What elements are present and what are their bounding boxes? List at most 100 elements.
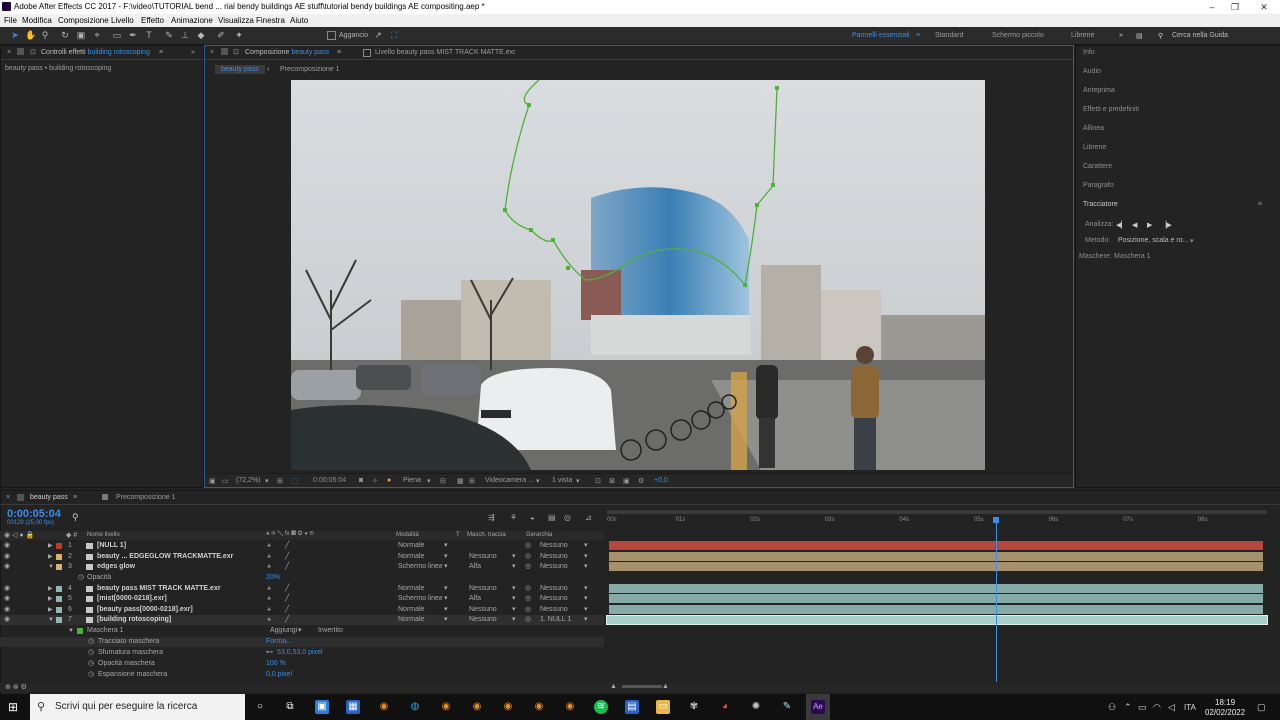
toggle-switches-icons[interactable]: ⊕ ⊗ ⚙ [5,683,27,691]
expand-arrow-icon[interactable]: ▶ [48,594,53,604]
teams-icon[interactable]: ▤ [625,700,639,714]
shy-switch-icon[interactable]: ⚹ [267,552,271,562]
workspace-essentials[interactable]: Pannelli essenziali [852,32,910,39]
analyze-back-one-icon[interactable]: ◀▏ [1116,221,1127,229]
snapshot-camera-icon[interactable]: ◙ [359,477,363,484]
visibility-eye-icon[interactable]: ◉ [4,594,10,604]
layer-name[interactable]: beauty ... EDGEGLOW TRACKMATTE.exr [97,552,233,562]
chrome-icon[interactable]: ◕ [718,700,732,714]
menu-livello[interactable]: Livello [111,14,134,27]
expand-panel-icon[interactable]: » [191,49,195,56]
layer-mode-dropdown[interactable]: Normale [398,552,442,562]
expand-arrow-icon[interactable]: ▶ [48,541,53,551]
paragraph-panel[interactable]: Paragrafo [1083,182,1114,189]
show-snapshot-icon[interactable]: ✧ [372,477,378,485]
layer-name[interactable]: [beauty pass[0000-0218].exr] [97,605,193,615]
link-icon[interactable]: ⊷ [266,648,273,658]
blender-icon[interactable]: ◉ [377,700,391,714]
layer-duration-bar[interactable] [606,615,1268,625]
settings-app-icon[interactable]: ✺ [749,700,763,714]
blender-icon-4[interactable]: ◉ [501,700,515,714]
workspace-small-screen[interactable]: Schermo piccolo [992,32,1044,39]
task-view-icon[interactable]: ⧉ [283,700,297,714]
menu-finestra[interactable]: Finestra [256,14,285,27]
windows-start-icon[interactable]: ⊞ [6,700,20,714]
layer-row[interactable]: ◉▼3edges glow⚹╱Schermo lineare▾Alfa▾◎Nes… [0,562,604,572]
visibility-eye-icon[interactable]: ◉ [4,541,10,551]
time-ruler[interactable]: 00s 01s 02s 03s 04s 05s 06s 07s 08s [607,517,1267,527]
rectangle-tool-icon[interactable]: ▭ [112,30,122,40]
close-tab-icon[interactable]: × [6,494,10,501]
workspace-libraries[interactable]: Librerie [1071,32,1094,39]
zoom-out-icon[interactable]: ▲ [610,683,617,690]
visibility-eye-icon[interactable]: ◉ [4,552,10,562]
label-color-swatch[interactable] [56,554,62,560]
draft-3d-icon[interactable]: ⚘ [510,513,517,522]
shy-switch-icon[interactable]: ⚹ [267,594,271,604]
stopwatch-icon[interactable]: ◷ [88,637,94,647]
shy-switch-icon[interactable]: ⚹ [267,562,271,572]
app-icon[interactable]: ✾ [687,700,701,714]
parent-dropdown[interactable]: Nessuno [540,552,568,562]
layer-row[interactable]: ◉ ▶ 4 beauty pass MIST TRACK MATTE.exr ⚹ ╱ Nor… [0,584,604,594]
close-tab-icon[interactable]: × [7,49,11,56]
monitor-icon[interactable]: ▭ [222,477,229,485]
clock-time[interactable]: 18:19 [1215,698,1235,707]
menu-composizione[interactable]: Composizione [58,14,109,27]
menu-modifica[interactable]: Modifica [22,14,52,27]
mask-inverted-label[interactable]: Invertito [318,626,343,636]
expand-arrow-icon[interactable]: ▶ [48,605,53,615]
menu-animazione[interactable]: Animazione [171,14,213,27]
pick-whip-icon[interactable]: ◎ [525,605,531,615]
work-area-bar[interactable] [607,510,1267,514]
mask-expansion-value[interactable]: 0,0 pixel [266,670,292,680]
shy-switch-icon[interactable]: ⚹ [267,605,271,615]
layer-panel-tab[interactable]: Livello beauty pass MIST TRACK MATTE.exr [375,49,515,56]
expand-arrow-icon[interactable]: ▶ [48,584,53,594]
zoom-tool-icon[interactable]: ⚲ [40,30,50,40]
taskbar-search-box[interactable]: ⚲ Scrivi qui per eseguire la ricerca [30,694,245,720]
layer-row[interactable]: ◉ ▶ 6 [beauty pass[0000-0218].exr] ⚹ ╱ Normale… [0,605,604,615]
tracker-panel-title[interactable]: Tracciatore [1083,201,1118,208]
parent-dropdown[interactable]: Nessuno [540,605,568,615]
snap-grid-icon[interactable]: ⛶ [389,30,399,40]
layer-name[interactable]: edges glow [97,562,135,572]
workspace-standard[interactable]: Standard [935,32,963,39]
minimize-icon[interactable]: – [1200,0,1224,14]
info-panel[interactable]: Info [1083,49,1095,56]
layer-mode-dropdown[interactable]: Normale [398,584,442,594]
stopwatch-icon[interactable]: ◷ [88,670,94,680]
network-icon[interactable]: ▭ [1138,702,1147,713]
pick-whip-icon[interactable]: ◎ [525,584,531,594]
panel-menu-icon[interactable]: ≡ [1258,201,1262,208]
col-track-matte[interactable]: Masch. traccia [467,532,506,538]
puppet-pin-tool-icon[interactable]: ✦ [234,30,244,40]
label-color-swatch[interactable] [56,607,62,613]
stopwatch-icon[interactable]: ◷ [88,659,94,669]
method-dropdown[interactable]: Posizione, scala e ro... [1118,237,1188,244]
volume-icon[interactable]: ◁ [1168,702,1175,713]
libraries-panel[interactable]: Librerie [1083,144,1106,151]
parent-dropdown[interactable]: Nessuno [540,584,568,594]
track-matte-dropdown[interactable]: Nessuno [469,615,497,625]
layer-duration-bar[interactable] [609,605,1263,614]
after-effects-taskbar-icon[interactable]: Ae [811,700,825,714]
blender-icon-3[interactable]: ◉ [470,700,484,714]
3d-renderer-icon[interactable]: ▣ [623,477,630,485]
shy-switch-icon[interactable]: ⚹ [267,541,271,551]
edge-icon[interactable]: ◍ [408,700,422,714]
tray-chevron-icon[interactable]: ⌃ [1124,702,1132,713]
brush-tool-icon[interactable]: ✎ [164,30,174,40]
language-indicator[interactable]: ITA [1184,703,1196,712]
analyze-backward-icon[interactable]: ◀ [1132,221,1137,229]
region-of-interest-icon[interactable]: ⬚ [292,477,299,485]
label-color-swatch[interactable] [56,617,62,623]
visibility-eye-icon[interactable]: ◉ [4,562,10,572]
layer-row[interactable]: ◉ ▶ 1 [NULL 1] ⚹ ╱ Normale ▾ ◎ Nessuno ▾ [0,541,604,551]
label-color-swatch[interactable] [56,586,62,592]
more-workspaces-icon[interactable]: » [1119,32,1123,39]
layer-mode-dropdown[interactable]: Schermo lineare [398,594,442,604]
layer-duration-bar[interactable] [609,541,1263,550]
close-tab-icon[interactable]: × [210,49,214,56]
mask-mode-dropdown[interactable]: Aggiungi [270,626,297,636]
